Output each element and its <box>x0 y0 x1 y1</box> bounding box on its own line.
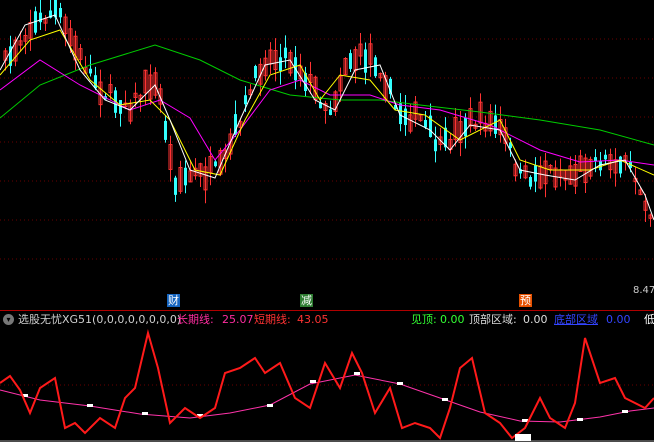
candle-body <box>284 47 287 59</box>
long-line-marker <box>397 382 403 385</box>
candle-body <box>184 167 187 186</box>
bottom-signal-marker <box>515 434 531 441</box>
candle-body <box>174 177 177 195</box>
long-line-marker <box>87 404 93 407</box>
candle-body <box>214 161 217 167</box>
top-signal-value: 0.00 <box>440 313 465 326</box>
long-line-marker <box>522 419 528 422</box>
candle-body <box>464 117 467 137</box>
candle-body <box>434 139 437 152</box>
long-line-marker <box>267 404 273 407</box>
candle-body <box>424 119 427 128</box>
long-line-marker <box>577 418 583 421</box>
bottom-zone-value: 0.00 <box>606 313 631 326</box>
candle-body <box>244 95 247 105</box>
top-zone-label: 顶部区域: <box>469 313 517 326</box>
long-line <box>0 374 654 423</box>
candle-body <box>39 12 42 23</box>
candle-body <box>604 154 607 160</box>
long-line-marker <box>622 410 628 413</box>
candle-body <box>594 157 597 162</box>
short-line-label: 短期线: <box>254 313 291 326</box>
pane-divider[interactable] <box>0 310 654 311</box>
long-line-label: 长期线: <box>177 313 214 326</box>
candle-body <box>279 57 282 71</box>
candle-body <box>349 53 352 69</box>
indicator-name[interactable]: 选股无忧XG51(0,0,0,0,0,0,0,0) <box>18 312 181 328</box>
event-marker-finance[interactable]: 财 <box>167 294 180 307</box>
candle-body <box>89 68 92 74</box>
event-marker-forecast[interactable]: 预 <box>519 294 532 307</box>
event-marker-reduce[interactable]: 减 <box>300 294 313 307</box>
candle-body <box>329 109 332 115</box>
bottom-zone-label: 底部区域 <box>554 313 598 326</box>
candle-body <box>494 115 497 134</box>
ma-yellow-line <box>0 29 654 176</box>
candle-body <box>164 120 167 140</box>
candle-body <box>364 49 367 73</box>
long-line-marker <box>442 398 448 401</box>
top-zone-value: 0.00 <box>523 313 548 326</box>
long-line-value: 25.07 <box>222 313 254 326</box>
indicator-header: 选股无忧XG51(0,0,0,0,0,0,0,0) 长期线: 25.07 短期线… <box>0 312 654 328</box>
short-line <box>0 329 654 440</box>
candle-body <box>254 66 257 79</box>
candles <box>3 0 653 227</box>
top-signal-label: 见顶: <box>411 313 437 326</box>
ma-magenta-line <box>0 59 654 166</box>
candlestick-chart[interactable] <box>0 0 654 310</box>
low-signal-label: 低 <box>644 313 654 326</box>
candle-body <box>59 8 62 18</box>
long-line-marker <box>310 380 316 383</box>
indicator-chart[interactable] <box>0 328 654 442</box>
short-line-value: 43.05 <box>297 313 329 326</box>
long-line-marker <box>142 412 148 415</box>
candle-body <box>94 75 97 89</box>
ma-green-line <box>0 44 654 146</box>
candle-body <box>374 57 377 77</box>
long-line-marker <box>354 372 360 375</box>
candle-body <box>619 156 622 174</box>
candle-body <box>529 177 532 187</box>
price-low-label: 8.47 <box>633 285 654 296</box>
